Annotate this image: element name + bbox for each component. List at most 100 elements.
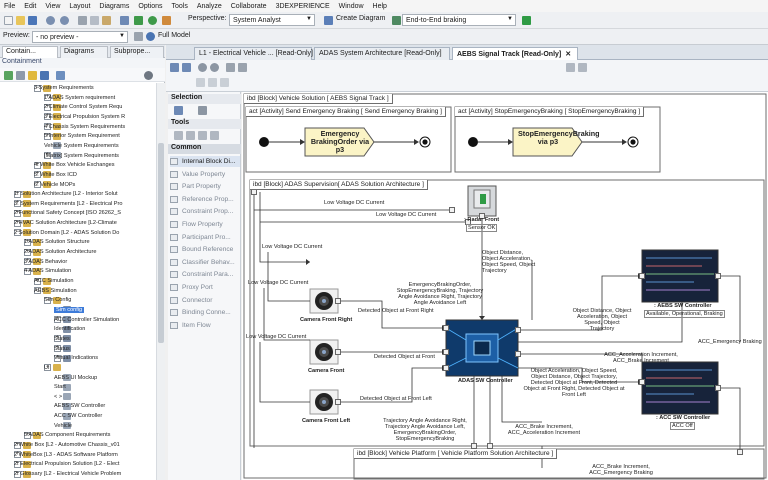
tree-item[interactable]: +6. Vehicle MOPs bbox=[34, 180, 75, 190]
run-icon[interactable] bbox=[148, 16, 157, 25]
acc-sw-controller-label[interactable]: : ACC SW Controller bbox=[656, 415, 710, 421]
menu-help[interactable]: Help bbox=[373, 3, 387, 10]
act2-action[interactable]: StopEmergencyBraking via p3 bbox=[518, 130, 599, 146]
full-model-icon[interactable] bbox=[146, 32, 155, 41]
tree-item[interactable]: −4 ADAS Simulation bbox=[24, 266, 71, 276]
edit-icon[interactable] bbox=[134, 32, 143, 41]
menu-diagrams[interactable]: Diagrams bbox=[99, 3, 129, 10]
palette-item[interactable]: Constraint Prop... bbox=[170, 206, 240, 217]
tree-item[interactable]: +2. Electrical Propulsion Solution [L2 -… bbox=[14, 459, 119, 469]
copy-icon[interactable] bbox=[90, 16, 99, 25]
align-icon[interactable] bbox=[238, 63, 247, 72]
play-icon[interactable] bbox=[522, 16, 531, 25]
tree-item[interactable]: + States bbox=[54, 334, 73, 344]
create-diagram-icon[interactable] bbox=[324, 16, 333, 25]
act1-action[interactable]: Emergency BrakingOrder via p3 bbox=[310, 130, 370, 154]
close-icon[interactable]: ✕ bbox=[565, 51, 571, 58]
tree-item[interactable]: +1 ADAS System requirement bbox=[44, 93, 115, 103]
tree-item[interactable]: < > bbox=[54, 392, 73, 402]
tree-item[interactable]: Vehicle bbox=[54, 421, 73, 431]
tree-item[interactable]: − UI bbox=[44, 363, 63, 373]
validate-icon[interactable] bbox=[134, 16, 143, 25]
palette-item[interactable]: Proxy Port bbox=[170, 282, 240, 293]
save-icon[interactable] bbox=[28, 16, 37, 25]
tree-item[interactable]: −3 System Requirements bbox=[34, 83, 94, 93]
tree-item[interactable]: Start bbox=[54, 382, 73, 392]
add-icon[interactable] bbox=[4, 71, 13, 80]
palette-item[interactable]: Value Property bbox=[170, 169, 240, 180]
export-icon[interactable] bbox=[566, 63, 575, 72]
full-model-button[interactable]: Full Model bbox=[158, 32, 190, 39]
palette-item[interactable]: Binding Conne... bbox=[170, 307, 240, 318]
tree-item[interactable]: ACC SW Controller bbox=[54, 411, 102, 421]
tree-item[interactable]: +2 White Box [L2 - Automotive Chassis_v0… bbox=[14, 440, 120, 450]
new-icon[interactable] bbox=[4, 16, 13, 25]
perspective-select[interactable]: System Analyst ▼ bbox=[229, 14, 315, 26]
back-icon[interactable] bbox=[170, 63, 179, 72]
menu-3dexperience[interactable]: 3DEXPERIENCE bbox=[276, 3, 330, 10]
tool-icon[interactable] bbox=[174, 131, 183, 140]
tree-item[interactable]: +4. White Box Vehicle Exchanges bbox=[34, 160, 115, 170]
radar-front-label[interactable]: : Radar Front bbox=[464, 217, 499, 223]
tree-item[interactable]: Vehicle System Requirements bbox=[44, 141, 119, 151]
tab-adas-system-architecture[interactable]: ADAS System Architecture [Read-Only] bbox=[314, 47, 450, 60]
tree-item[interactable]: − AEBS Simulation bbox=[34, 286, 77, 296]
camera-front-right-label[interactable]: Camera Front Right bbox=[300, 317, 352, 323]
star-icon[interactable] bbox=[28, 71, 37, 80]
tab-diagrams[interactable]: Diagrams bbox=[60, 46, 108, 58]
menu-layout[interactable]: Layout bbox=[69, 3, 90, 10]
palette-item[interactable]: Item Flow bbox=[170, 320, 240, 331]
cut-icon[interactable] bbox=[78, 16, 87, 25]
sync-icon[interactable] bbox=[56, 71, 65, 80]
menu-analyze[interactable]: Analyze bbox=[197, 3, 222, 10]
adas-sw-controller-label[interactable]: ADAS SW Controller bbox=[458, 378, 513, 384]
forward-icon[interactable] bbox=[182, 63, 191, 72]
text-icon[interactable] bbox=[208, 78, 217, 87]
pointer-icon[interactable] bbox=[174, 106, 183, 115]
paste-icon[interactable] bbox=[102, 16, 111, 25]
undo-icon[interactable] bbox=[46, 16, 55, 25]
scenario-select[interactable]: End-to-End braking ▼ bbox=[402, 14, 516, 26]
scrollbar-thumb[interactable] bbox=[158, 143, 164, 343]
tree-item[interactable]: AEBS UI Mockup bbox=[54, 373, 97, 383]
tree-item[interactable]: −2 Solution Domain [L2 - ADAS Solution D… bbox=[14, 228, 119, 238]
tree-item[interactable]: +2. Glossary [L2 - Electrical Vehicle Pr… bbox=[14, 469, 121, 479]
tool-icon[interactable] bbox=[186, 131, 195, 140]
menu-view[interactable]: View bbox=[45, 3, 60, 10]
menu-window[interactable]: Window bbox=[339, 3, 364, 10]
tree-item[interactable]: AEBS SW Controller bbox=[54, 401, 105, 411]
redo-icon[interactable] bbox=[60, 16, 69, 25]
collapse-icon[interactable] bbox=[16, 71, 25, 80]
tab-subproperties[interactable]: Subprope... bbox=[110, 46, 164, 58]
tree-item[interactable]: +5. White Box ICD bbox=[34, 170, 77, 180]
zoom-in-icon[interactable] bbox=[198, 63, 207, 72]
shape-icon[interactable] bbox=[196, 78, 205, 87]
palette-item[interactable]: Connector bbox=[170, 295, 240, 306]
menu-options[interactable]: Options bbox=[138, 3, 162, 10]
collab-icon[interactable] bbox=[162, 16, 171, 25]
tree-item[interactable]: + Virtual Indications bbox=[54, 353, 98, 363]
tree-item[interactable]: Sim config bbox=[54, 305, 85, 315]
palette-item[interactable]: Flow Property bbox=[170, 219, 240, 230]
gear-icon[interactable] bbox=[144, 71, 153, 80]
preview-select[interactable]: - no preview - ▼ bbox=[32, 31, 128, 43]
tree-item[interactable]: +3. System Requirements [L2 - Electrical… bbox=[14, 199, 123, 209]
diagram-canvas[interactable]: ibd [Block] Vehicle Solution [ AEBS Sign… bbox=[242, 92, 768, 480]
tree-item[interactable]: + [Matrix] System Requirements bbox=[44, 151, 119, 161]
tree-item[interactable]: − Sim Config bbox=[44, 295, 71, 305]
tree-item[interactable]: +5 ADAS Component Requirements bbox=[24, 430, 110, 440]
palette-item[interactable]: Reference Prop... bbox=[170, 194, 240, 205]
tree-item[interactable]: +1 ADAS Solution Structure bbox=[24, 237, 90, 247]
create-diagram-button[interactable]: Create Diagram bbox=[336, 15, 385, 22]
tree-item[interactable]: +3 Electrical Propulsion System R bbox=[44, 112, 125, 122]
palette-item[interactable]: Classifier Behav... bbox=[170, 257, 240, 268]
tree-item[interactable]: +5 Interior System Requirement bbox=[44, 131, 120, 141]
tab-l1-electrical-vehicle[interactable]: L1 - Electrical Vehicle ... [Read-Only] bbox=[194, 47, 313, 60]
menu-collaborate[interactable]: Collaborate bbox=[231, 3, 267, 10]
palette-item[interactable]: Constraint Para... bbox=[170, 269, 240, 280]
tree-item[interactable]: +4 Chassis System Requirements bbox=[44, 122, 125, 132]
tree-item[interactable]: +2 Functional Safety Concept [ISO 26262_… bbox=[14, 208, 121, 218]
filter-icon[interactable] bbox=[40, 71, 49, 80]
palette-item[interactable]: Participant Pro... bbox=[170, 232, 240, 243]
lasso-icon[interactable] bbox=[198, 106, 207, 115]
